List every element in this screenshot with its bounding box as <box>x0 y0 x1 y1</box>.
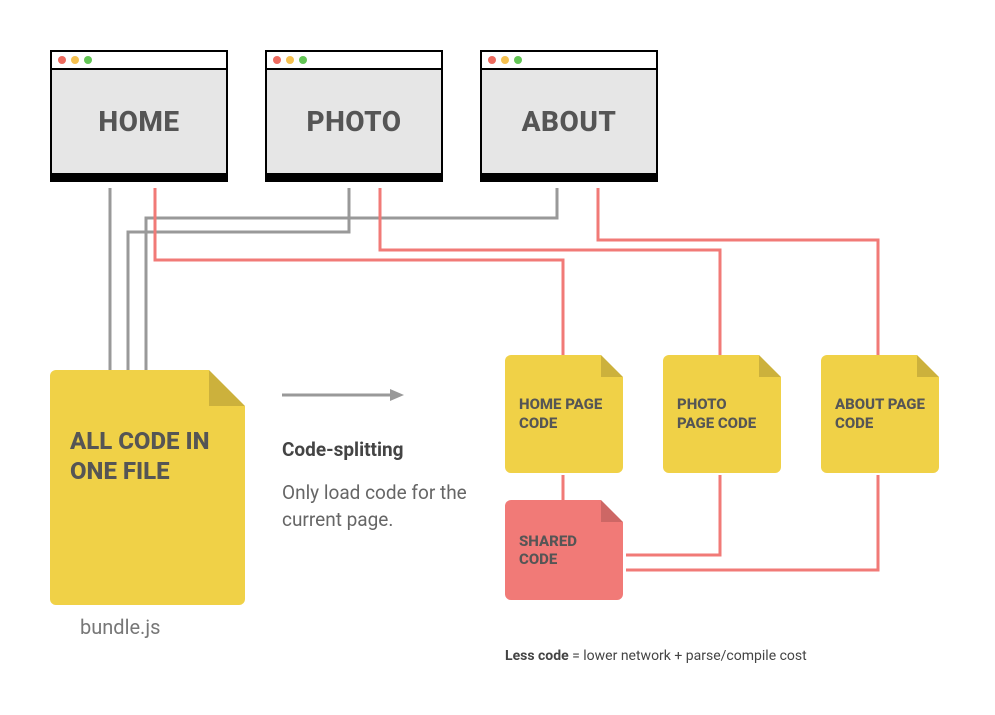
maximize-dot-icon <box>514 56 522 64</box>
file-fold-icon <box>209 370 245 406</box>
chunk-label: ABOUT PAGE CODE <box>835 395 925 433</box>
close-dot-icon <box>273 56 281 64</box>
chunk-shared: SHARED CODE <box>505 500 623 600</box>
footnote: Less code = lower network + parse/compil… <box>505 648 807 664</box>
minimize-dot-icon <box>286 56 294 64</box>
bundle-file-label: ALL CODE IN ONE FILE <box>70 427 210 485</box>
browser-label: ABOUT <box>482 70 656 180</box>
chunk-photo: PHOTO PAGE CODE <box>663 355 781 473</box>
bundle-file: ALL CODE IN ONE FILE <box>50 370 245 605</box>
bundle-caption: bundle.js <box>80 615 160 639</box>
minimize-dot-icon <box>71 56 79 64</box>
browser-photo: PHOTO <box>265 50 443 182</box>
browser-label: PHOTO <box>267 70 441 180</box>
browser-about: ABOUT <box>480 50 658 182</box>
window-titlebar <box>52 52 226 70</box>
file-fold-icon <box>759 355 781 377</box>
chunk-label: SHARED CODE <box>519 532 609 568</box>
file-fold-icon <box>917 355 939 377</box>
footnote-bold: Less code <box>505 648 569 664</box>
chunk-label: PHOTO PAGE CODE <box>677 395 767 433</box>
close-dot-icon <box>488 56 496 64</box>
minimize-dot-icon <box>501 56 509 64</box>
file-fold-icon <box>601 500 623 522</box>
browser-home: HOME <box>50 50 228 182</box>
footnote-rest: = lower network + parse/compile cost <box>569 648 807 664</box>
diagram-canvas: HOME PHOTO ABOUT ALL CODE IN ONE FILE bu… <box>0 0 995 715</box>
close-dot-icon <box>58 56 66 64</box>
code-splitting-body: Only load code for the current page. <box>282 480 472 533</box>
maximize-dot-icon <box>84 56 92 64</box>
chunk-about: ABOUT PAGE CODE <box>821 355 939 473</box>
chunk-home: HOME PAGE CODE <box>505 355 623 473</box>
browser-label: HOME <box>52 70 226 180</box>
window-titlebar <box>267 52 441 70</box>
file-fold-icon <box>601 355 623 377</box>
maximize-dot-icon <box>299 56 307 64</box>
code-splitting-title: Code-splitting <box>282 438 404 461</box>
window-titlebar <box>482 52 656 70</box>
chunk-label: HOME PAGE CODE <box>519 395 609 433</box>
